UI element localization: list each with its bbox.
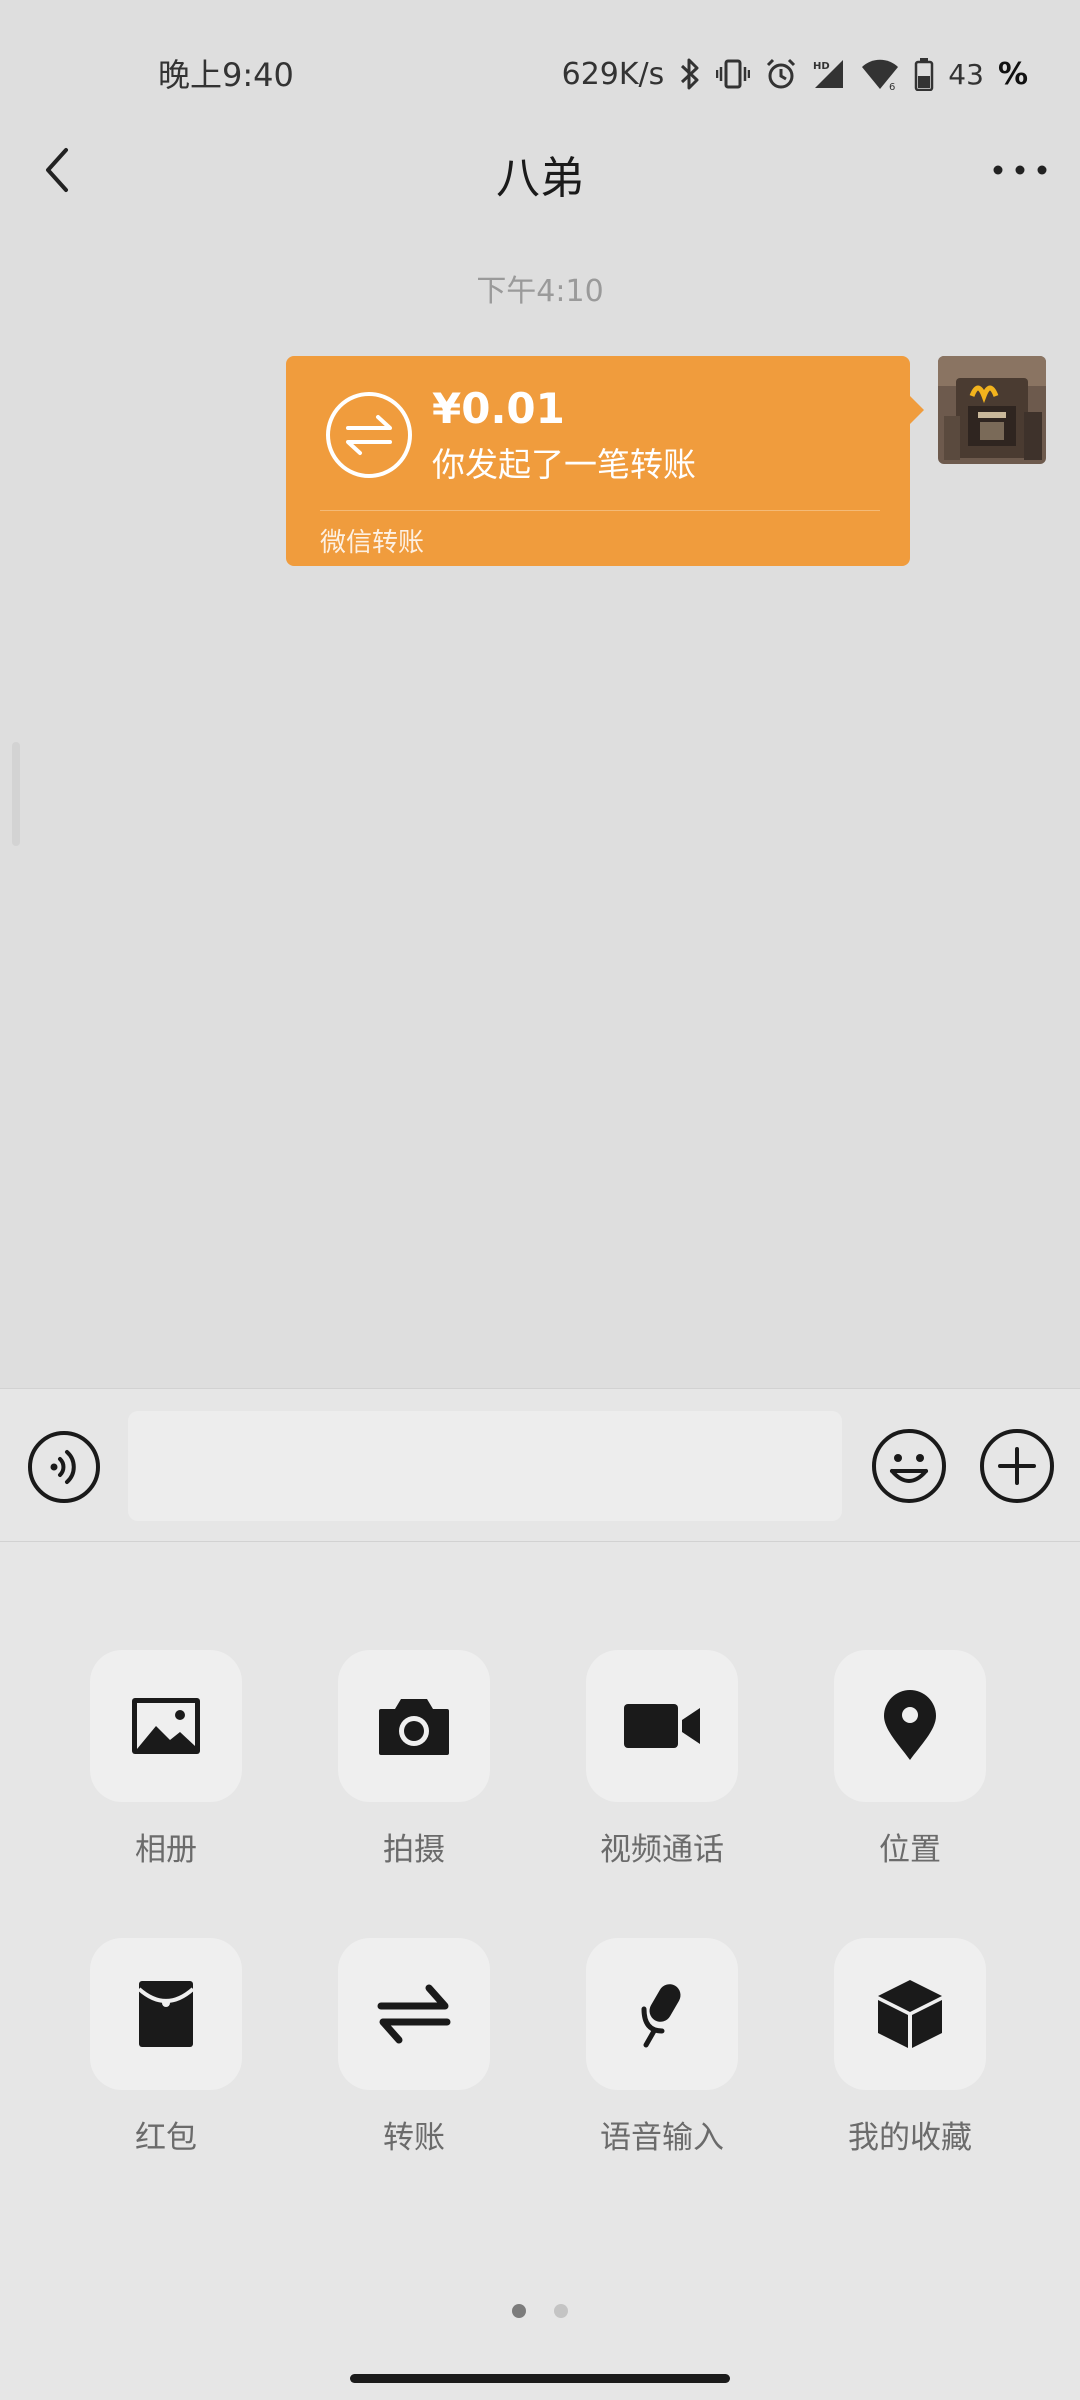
tool-tile[interactable] — [90, 1650, 242, 1802]
tool-location[interactable]: 位置 — [810, 1650, 1010, 1869]
transfer-description: 你发起了一笔转账 — [432, 445, 696, 484]
more-button[interactable] — [988, 138, 1052, 202]
plus-icon — [980, 1429, 1054, 1503]
transfer-icon — [324, 390, 414, 480]
page-dot[interactable] — [554, 2304, 568, 2318]
red-packet-icon — [137, 1981, 195, 2047]
tool-label: 红包 — [135, 2120, 197, 2156]
alarm-icon — [764, 57, 798, 91]
tool-label: 我的收藏 — [848, 2120, 972, 2156]
wifi-icon: 6 — [860, 57, 900, 91]
emoji-icon — [872, 1429, 946, 1503]
tool-tile[interactable] — [338, 1650, 490, 1802]
tool-tile[interactable] — [90, 1938, 242, 2090]
tools-panel: 相册 拍摄 视频通话 位置 红包 转账 语音输入 我的收藏 — [0, 1542, 1080, 2400]
message-input[interactable] — [128, 1411, 842, 1521]
status-time: 晚上9:40 — [158, 56, 294, 94]
status-indicators: 629K/s HD 6 43 % — [562, 50, 1028, 98]
tool-video-call[interactable]: 视频通话 — [562, 1650, 762, 1869]
tool-favorites[interactable]: 我的收藏 — [810, 1938, 1010, 2157]
vibrate-icon — [716, 57, 751, 91]
bluetooth-icon — [678, 56, 702, 92]
tool-label: 转账 — [383, 2120, 445, 2156]
battery-percent-sign: % — [997, 56, 1028, 92]
tool-red-packet[interactable]: 红包 — [66, 1938, 266, 2157]
tool-tile[interactable] — [586, 1938, 738, 2090]
svg-text:HD: HD — [813, 61, 830, 72]
more-dots-icon — [993, 165, 1047, 175]
voice-icon — [28, 1431, 100, 1503]
album-icon — [132, 1698, 200, 1754]
emoji-button[interactable] — [870, 1427, 948, 1505]
tool-label: 视频通话 — [600, 1832, 724, 1868]
plus-button[interactable] — [978, 1427, 1056, 1505]
location-icon — [884, 1690, 936, 1760]
avatar-image — [938, 356, 1046, 464]
tool-tile[interactable] — [834, 1650, 986, 1802]
input-bar — [0, 1388, 1080, 1542]
message-timestamp: 下午4:10 — [476, 274, 604, 309]
tool-label: 位置 — [879, 1832, 941, 1868]
transfer-icon — [377, 1984, 451, 2044]
microphone-icon — [641, 1984, 681, 2048]
tool-label: 拍摄 — [383, 1832, 445, 1868]
transfer-amount: ¥0.01 — [432, 384, 565, 433]
svg-text:6: 6 — [889, 82, 895, 91]
tool-label: 语音输入 — [600, 2120, 724, 2156]
chat-header: 八弟 — [0, 120, 1080, 220]
video-call-icon — [624, 1704, 700, 1748]
scroll-indicator — [12, 742, 20, 846]
transfer-footer: 微信转账 — [320, 528, 425, 558]
tool-tile[interactable] — [834, 1938, 986, 2090]
transfer-divider — [320, 510, 880, 511]
battery-level: 43 — [948, 57, 984, 91]
camera-icon — [379, 1699, 449, 1755]
favorites-icon — [878, 1980, 942, 2048]
tool-tile[interactable] — [586, 1650, 738, 1802]
network-speed: 629K/s — [561, 56, 665, 92]
tool-album[interactable]: 相册 — [66, 1650, 266, 1869]
page-dot-active[interactable] — [512, 2304, 526, 2318]
transfer-message[interactable]: ¥0.01 你发起了一笔转账 微信转账 — [286, 356, 924, 566]
tool-camera[interactable]: 拍摄 — [314, 1650, 514, 1869]
avatar[interactable] — [938, 356, 1046, 464]
signal-icon: HD — [812, 57, 846, 91]
home-indicator[interactable] — [350, 2374, 730, 2383]
chat-title: 八弟 — [496, 153, 584, 204]
tool-tile[interactable] — [338, 1938, 490, 2090]
tool-label: 相册 — [135, 1832, 197, 1868]
page-indicator — [0, 2304, 1080, 2318]
voice-button[interactable] — [26, 1429, 102, 1505]
tool-voice-input[interactable]: 语音输入 — [562, 1938, 762, 2157]
battery-icon — [914, 57, 934, 91]
tool-transfer[interactable]: 转账 — [314, 1938, 514, 2157]
